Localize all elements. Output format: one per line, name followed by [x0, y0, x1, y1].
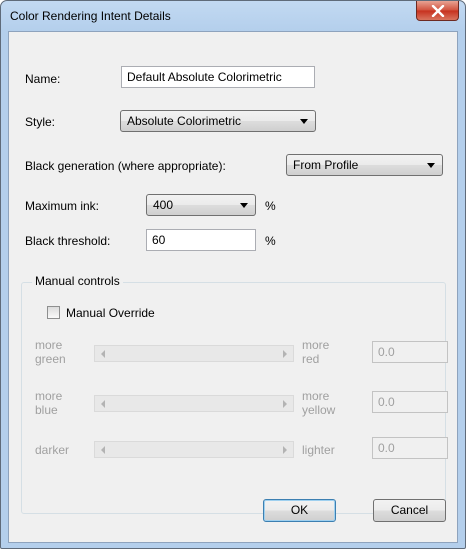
manual-override-checkbox[interactable]: [47, 306, 60, 319]
green-red-slider[interactable]: [94, 345, 294, 362]
close-icon: [431, 5, 445, 17]
blue-yellow-slider[interactable]: [94, 395, 294, 412]
ok-button[interactable]: OK: [263, 499, 336, 522]
name-field[interactable]: Default Absolute Colorimetric: [121, 66, 315, 88]
darker-lighter-value-field[interactable]: 0.0: [372, 437, 448, 459]
scroll-right-icon[interactable]: [283, 400, 287, 408]
darker-lighter-slider[interactable]: [94, 441, 294, 458]
close-button[interactable]: [416, 1, 459, 21]
black-threshold-unit: %: [265, 234, 276, 248]
lighter-label: lighter: [302, 443, 335, 457]
maximum-ink-select[interactable]: 400: [146, 194, 256, 216]
title-bar[interactable]: Color Rendering Intent Details: [1, 1, 465, 31]
slider-right-label-line1: more: [302, 338, 330, 352]
slider-right-label-line1: more: [302, 389, 330, 403]
chevron-down-icon: [240, 203, 248, 208]
maximum-ink-label: Maximum ink:: [25, 199, 100, 213]
name-label: Name:: [25, 72, 61, 86]
black-threshold-field[interactable]: 60: [146, 229, 256, 251]
maximum-ink-unit: %: [265, 199, 276, 213]
scroll-left-icon[interactable]: [101, 446, 105, 454]
style-select[interactable]: Absolute Colorimetric: [120, 110, 316, 132]
green-red-value-field[interactable]: 0.0: [372, 341, 448, 363]
slider-left-label-line2: green: [35, 352, 66, 366]
cancel-button[interactable]: Cancel: [373, 499, 446, 522]
slider-right-label: more yellow: [302, 389, 335, 417]
black-threshold-label: Black threshold:: [25, 234, 111, 248]
dialog-window: Color Rendering Intent Details Name: Def…: [0, 0, 466, 549]
slider-right-label: more red: [302, 338, 329, 366]
dialog-content: Name: Default Absolute Colorimetric Styl…: [8, 31, 458, 543]
slider-left-label: more green: [35, 338, 66, 366]
slider-left-label: more blue: [35, 389, 62, 417]
scroll-left-icon[interactable]: [101, 350, 105, 358]
chevron-down-icon: [300, 119, 308, 124]
manual-override-label[interactable]: Manual Override: [66, 306, 155, 320]
black-generation-label: Black generation (where appropriate):: [25, 159, 226, 173]
style-label: Style:: [25, 115, 56, 129]
black-generation-select[interactable]: From Profile: [286, 154, 443, 176]
slider-right-label-line2: yellow: [302, 403, 336, 417]
style-select-value: Absolute Colorimetric: [127, 114, 242, 128]
manual-controls-title: Manual controls: [32, 274, 123, 288]
black-generation-select-value: From Profile: [293, 158, 359, 172]
blue-yellow-value-field[interactable]: 0.0: [372, 391, 448, 413]
slider-left-label-line2: blue: [35, 403, 58, 417]
scroll-right-icon[interactable]: [283, 350, 287, 358]
chevron-down-icon: [427, 163, 435, 168]
window-title: Color Rendering Intent Details: [10, 9, 171, 23]
slider-left-label-line1: more: [35, 389, 63, 403]
slider-right-label-line2: red: [302, 352, 320, 366]
scroll-left-icon[interactable]: [101, 400, 105, 408]
maximum-ink-select-value: 400: [153, 198, 174, 212]
slider-left-label-line1: more: [35, 338, 63, 352]
darker-label: darker: [35, 443, 70, 457]
scroll-right-icon[interactable]: [283, 446, 287, 454]
